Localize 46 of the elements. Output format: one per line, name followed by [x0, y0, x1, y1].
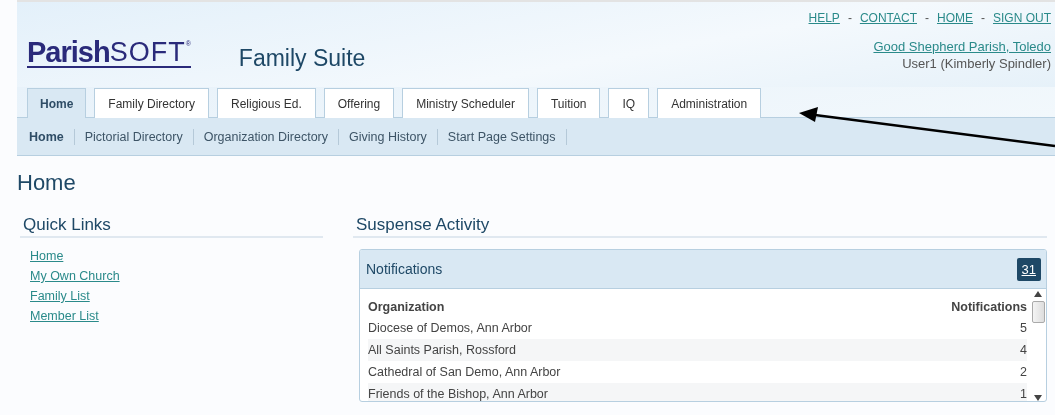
subnav-link[interactable]: Start Page Settings — [437, 128, 567, 145]
table-cell: Friends of the Bishop, Ann Arbor — [368, 387, 548, 401]
section-heading: Suspense Activity — [353, 214, 1047, 238]
subnav-link[interactable]: Giving History — [339, 128, 438, 145]
parish-link[interactable]: Good Shepherd Parish, Toledo — [873, 39, 1051, 54]
scrollbar[interactable] — [1030, 291, 1046, 401]
subnav-link[interactable]: Organization Directory — [193, 128, 340, 145]
nav-tab[interactable]: Ministry Scheduler — [402, 88, 529, 118]
page-title: Home — [17, 170, 77, 197]
nav-tab[interactable]: Tuition — [536, 88, 601, 118]
subnav-link[interactable]: Pictorial Directory — [74, 128, 194, 145]
scroll-down-icon[interactable] — [1034, 395, 1042, 401]
table-cell: All Saints Parish, Rossford — [368, 343, 516, 357]
nav-tab[interactable]: IQ — [608, 88, 650, 118]
separator: - — [981, 11, 985, 25]
subnav-link[interactable]: Home — [19, 128, 75, 145]
header-link[interactable]: CONTACT — [859, 11, 917, 25]
header-link[interactable]: HOME — [937, 11, 973, 25]
table-cell: Cathedral of San Demo, Ann Arbor — [368, 365, 561, 379]
table-cell: 5 — [1020, 321, 1027, 335]
table-cell: Diocese of Demos, Ann Arbor — [368, 321, 532, 335]
header-link[interactable]: SIGN OUT — [993, 11, 1051, 25]
quick-link[interactable]: Member List — [30, 306, 99, 326]
table-cell: 2 — [1020, 365, 1027, 379]
column-header: Notifications — [951, 300, 1027, 314]
nav-tab[interactable]: Family Directory — [94, 88, 209, 118]
column-header: Organization — [368, 300, 445, 314]
section-heading: Quick Links — [20, 214, 323, 238]
scroll-thumb[interactable] — [1031, 301, 1045, 323]
table-cell: 4 — [1020, 343, 1027, 357]
scroll-up-icon[interactable] — [1034, 291, 1042, 297]
nav-tab[interactable]: Religious Ed. — [217, 88, 316, 118]
nav-tab[interactable]: Home — [27, 88, 87, 118]
header-link[interactable]: HELP — [808, 11, 840, 25]
separator: - — [847, 11, 852, 25]
table-cell: 1 — [1020, 387, 1027, 401]
nav-tab[interactable]: Administration — [657, 88, 762, 118]
count-badge[interactable]: 31 — [1016, 257, 1041, 281]
panel-title: Notifications — [366, 261, 443, 277]
separator: - — [925, 11, 929, 25]
quick-link[interactable]: Family List — [30, 286, 90, 306]
app-title: Family Suite — [238, 45, 366, 72]
user-name: User1 (Kimberly Spindler) — [902, 56, 1051, 71]
nav-tab[interactable]: Offering — [323, 88, 395, 118]
quick-link[interactable]: My Own Church — [30, 266, 120, 286]
quick-link[interactable]: Home — [30, 246, 64, 266]
